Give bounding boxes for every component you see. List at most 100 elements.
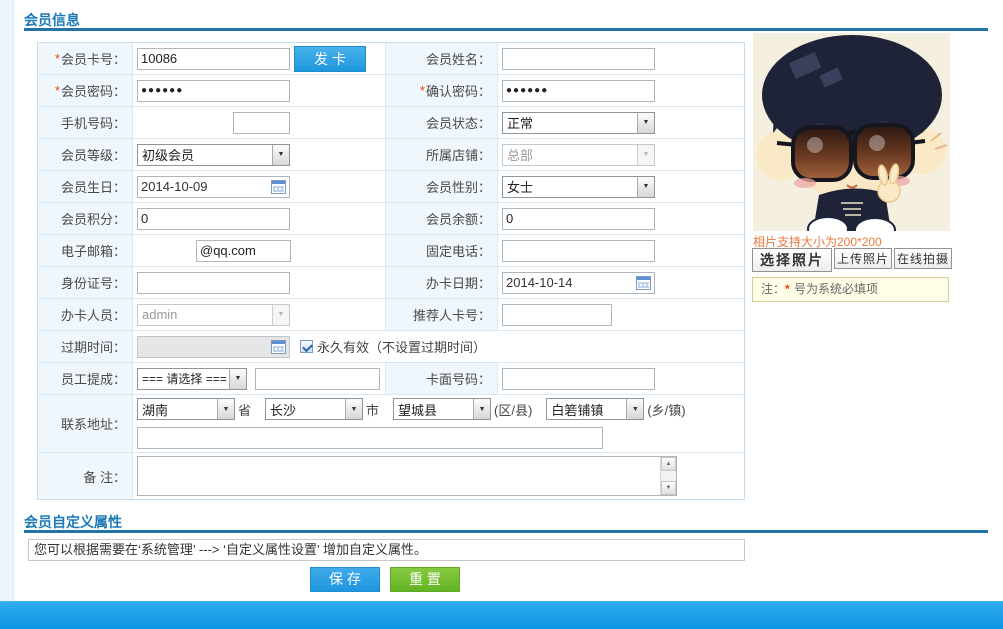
store-select: 总部 ▼ <box>502 143 655 166</box>
row-passwords: *会员密码： *确认密码： <box>38 75 744 107</box>
remark-textarea[interactable]: ▲ ▼ <box>137 456 677 496</box>
row-expire-time: 过期时间： 永久有效（不设置过期时间） <box>38 331 744 363</box>
member-card-no-label: * 会员卡号： <box>38 43 133 74</box>
id-number-label: 身份证号： <box>38 267 133 298</box>
address-town-select[interactable]: 白箬铺镇 ▼ <box>546 398 645 421</box>
address-detail-input[interactable] <box>137 426 603 449</box>
chevron-down-icon: ▼ <box>637 176 654 197</box>
staff-commission-select[interactable]: === 请选择 === ▼ <box>137 367 247 390</box>
card-face-no-label: 卡面号码： <box>386 363 498 394</box>
member-info-rule <box>24 28 988 31</box>
mobile-label: 手机号码： <box>38 107 133 138</box>
calendar-icon[interactable] <box>636 275 651 290</box>
balance-input[interactable] <box>502 207 655 230</box>
row-points-balance: 会员积分： 会员余额： <box>38 203 744 235</box>
mobile-input[interactable] <box>233 111 290 134</box>
referrer-card-no-label: 推荐人卡号： <box>386 299 498 330</box>
city-suffix: 市 <box>366 402 380 418</box>
online-capture-button[interactable]: 在线拍摄 <box>894 248 952 269</box>
chevron-down-icon: ▼ <box>272 304 289 325</box>
reset-button[interactable]: 重 置 <box>390 567 460 592</box>
chevron-down-icon: ▼ <box>345 399 363 420</box>
chevron-down-icon: ▼ <box>637 112 654 133</box>
address-province-select[interactable]: 湖南 ▼ <box>137 398 235 421</box>
issue-card-button[interactable]: 发 卡 <box>294 45 366 72</box>
points-label: 会员积分： <box>38 203 133 234</box>
address-district-select[interactable]: 望城县 ▼ <box>393 398 492 421</box>
member-password-input[interactable] <box>137 79 290 102</box>
permanent-valid-label: 永久有效（不设置过期时间） <box>317 340 487 355</box>
member-card-no-input[interactable] <box>137 47 290 70</box>
member-status-label: 会员状态： <box>386 107 498 138</box>
scroll-up-icon[interactable]: ▲ <box>661 457 676 471</box>
calendar-icon[interactable] <box>271 179 286 194</box>
member-info-title: 会员信息 <box>24 12 80 28</box>
expire-time-label: 过期时间： <box>38 331 133 362</box>
issue-date-input[interactable]: 2014-10-14 <box>502 271 655 294</box>
member-password-label: * 会员密码： <box>38 75 133 106</box>
district-suffix: (区/县) <box>494 402 533 418</box>
row-operator-referrer: 办卡人员： admin ▼ 推荐人卡号： <box>38 299 744 331</box>
landline-input[interactable] <box>502 239 655 262</box>
member-status-select[interactable]: 正常 ▼ <box>502 111 655 134</box>
custom-attr-title: 会员自定义属性 <box>24 514 122 530</box>
member-photo <box>753 33 950 243</box>
chevron-down-icon: ▼ <box>626 399 644 420</box>
choose-photo-button[interactable]: 选择照片 <box>752 248 832 272</box>
member-level-select[interactable]: 初级会员 ▼ <box>137 143 290 166</box>
row-remark: 备 注： ▲ ▼ <box>38 453 744 499</box>
custom-attr-hint: 您可以根据需要在‘系统管理’ ---> ‘自定义属性设置’ 增加自定义属性。 <box>28 539 745 561</box>
member-name-input[interactable] <box>502 47 655 70</box>
scroll-down-icon[interactable]: ▼ <box>661 481 676 495</box>
address-city-select[interactable]: 长沙 ▼ <box>265 398 364 421</box>
required-star: * <box>785 282 790 296</box>
row-level-store: 会员等级： 初级会员 ▼ 所属店铺： 总部 ▼ <box>38 139 744 171</box>
referrer-card-no-input[interactable] <box>502 303 612 326</box>
required-note: 注：* 号为系统必填项 <box>752 277 949 302</box>
avatar <box>753 33 950 243</box>
row-id-issuedate: 身份证号： 办卡日期： 2014-10-14 <box>38 267 744 299</box>
member-name-label: 会员姓名： <box>386 43 498 74</box>
row-commission-cardface: 员工提成： === 请选择 === ▼ 卡面号码： <box>38 363 744 395</box>
email-label: 电子邮箱： <box>38 235 133 266</box>
row-email-landline: 电子邮箱： 固定电话： <box>38 235 744 267</box>
chevron-down-icon: ▼ <box>637 144 654 165</box>
id-number-input[interactable] <box>137 271 290 294</box>
member-form-table: *会员卡号： 发 卡 会员姓名： *会员密码： *确认密码： 手机号码： 会员状… <box>37 42 745 500</box>
row-mobile-status: 手机号码： 会员状态： 正常 ▼ <box>38 107 744 139</box>
staff-commission-input[interactable] <box>255 367 380 390</box>
gender-select[interactable]: 女士 ▼ <box>502 175 655 198</box>
birthday-label: 会员生日： <box>38 171 133 202</box>
landline-label: 固定电话： <box>386 235 498 266</box>
required-star: * <box>419 83 425 98</box>
address-label: 联系地址： <box>38 395 133 452</box>
chevron-down-icon: ▼ <box>272 144 289 165</box>
upload-photo-button[interactable]: 上传照片 <box>834 248 892 269</box>
row-card-no-name: *会员卡号： 发 卡 会员姓名： <box>38 43 744 75</box>
card-face-no-input[interactable] <box>502 367 655 390</box>
custom-attr-rule <box>24 530 988 533</box>
chevron-down-icon: ▼ <box>217 399 234 420</box>
operator-label: 办卡人员： <box>38 299 133 330</box>
remark-label: 备 注： <box>38 453 133 499</box>
province-suffix: 省 <box>238 402 252 418</box>
store-label: 所属店铺： <box>386 139 498 170</box>
save-button[interactable]: 保 存 <box>310 567 380 592</box>
chevron-down-icon: ▼ <box>473 399 491 420</box>
row-address: 联系地址： 湖南 ▼ 省 长沙 ▼ 市 望城县 ▼ (区/县) 白箬铺镇 ▼ (… <box>38 395 744 453</box>
confirm-password-input[interactable] <box>502 79 655 102</box>
footer-bar <box>0 601 1003 629</box>
calendar-icon <box>271 339 286 354</box>
remark-scrollbar[interactable]: ▲ ▼ <box>660 457 676 495</box>
points-input[interactable] <box>137 207 290 230</box>
email-input[interactable] <box>196 239 291 262</box>
member-level-label: 会员等级： <box>38 139 133 170</box>
required-star: * <box>54 51 60 66</box>
permanent-valid-checkbox[interactable] <box>300 340 313 353</box>
birthday-date-input[interactable]: 2014-10-09 <box>137 175 290 198</box>
operator-select: admin ▼ <box>137 303 290 326</box>
row-birthday-gender: 会员生日： 2014-10-09 会员性别： 女士 ▼ <box>38 171 744 203</box>
gender-label: 会员性别： <box>386 171 498 202</box>
expire-time-input <box>137 335 290 358</box>
town-suffix: (乡/镇) <box>647 402 686 418</box>
